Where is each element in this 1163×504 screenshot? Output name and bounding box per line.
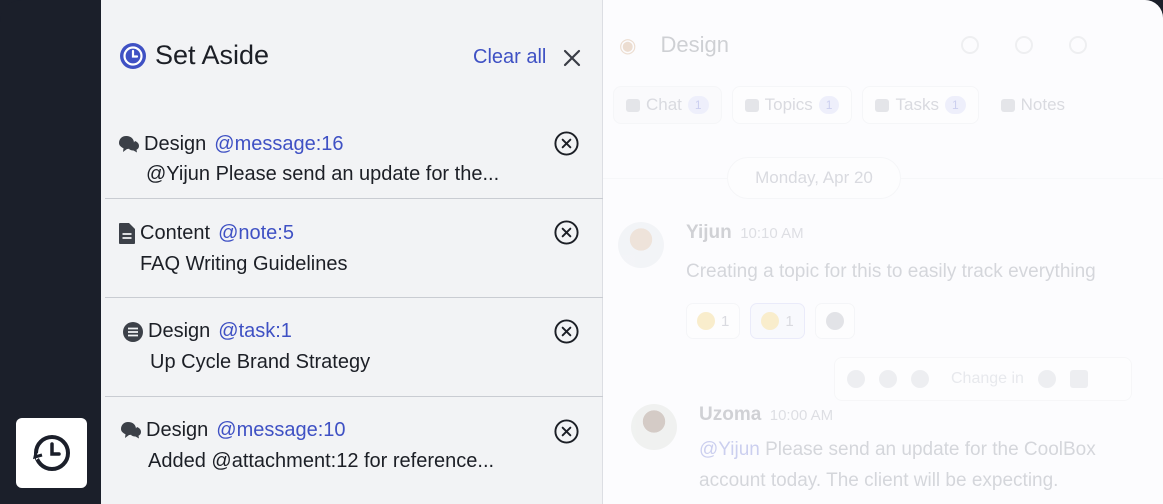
item-channel: Content — [140, 222, 211, 244]
item-channel: Design — [144, 133, 207, 155]
chat-bubbles-icon — [119, 135, 139, 152]
document-icon — [119, 223, 135, 244]
remove-item-icon[interactable] — [553, 130, 580, 157]
item-text: Added @attachment:12 for reference... — [148, 450, 495, 472]
item-header: Design @task:1 — [122, 320, 292, 343]
clock-history-icon — [32, 435, 70, 471]
set-aside-item[interactable]: Design @message:16 @Yijun Please send an… — [105, 118, 603, 199]
clear-all-button[interactable]: Clear all — [473, 46, 546, 69]
item-header: Design @message:10 — [120, 419, 346, 442]
item-text: @Yijun Please send an update for the... — [146, 163, 500, 185]
item-reference[interactable]: @task:1 — [218, 320, 292, 343]
remove-item-icon[interactable] — [553, 418, 580, 445]
task-list-icon — [123, 321, 143, 342]
item-header: Content @note:5 — [118, 222, 294, 245]
set-aside-panel: Set Aside Clear all Design @message:16 @… — [101, 0, 603, 504]
chat-bubbles-icon — [121, 421, 141, 438]
remove-item-icon[interactable] — [553, 219, 580, 246]
item-text: FAQ Writing Guidelines — [140, 253, 348, 275]
item-text: Up Cycle Brand Strategy — [150, 351, 371, 373]
item-reference[interactable]: @note:5 — [218, 222, 294, 245]
panel-header: Set Aside — [119, 40, 269, 71]
set-aside-item[interactable]: Content @note:5 FAQ Writing Guidelines — [105, 199, 603, 298]
set-aside-item[interactable]: Design @message:10 Added @attachment:12 … — [105, 397, 603, 504]
set-aside-item[interactable]: Design @task:1 Up Cycle Brand Strategy — [105, 298, 603, 397]
item-channel: Design — [148, 320, 211, 342]
item-reference[interactable]: @message:10 — [216, 419, 345, 442]
close-icon[interactable] — [560, 46, 584, 70]
item-header: Design @message:16 — [118, 133, 344, 156]
item-channel: Design — [146, 419, 209, 441]
set-aside-clock-icon — [120, 42, 146, 69]
remove-item-icon[interactable] — [553, 318, 580, 345]
set-aside-rail-button[interactable] — [16, 418, 87, 488]
item-reference[interactable]: @message:16 — [214, 133, 343, 156]
panel-title: Set Aside — [155, 40, 270, 70]
